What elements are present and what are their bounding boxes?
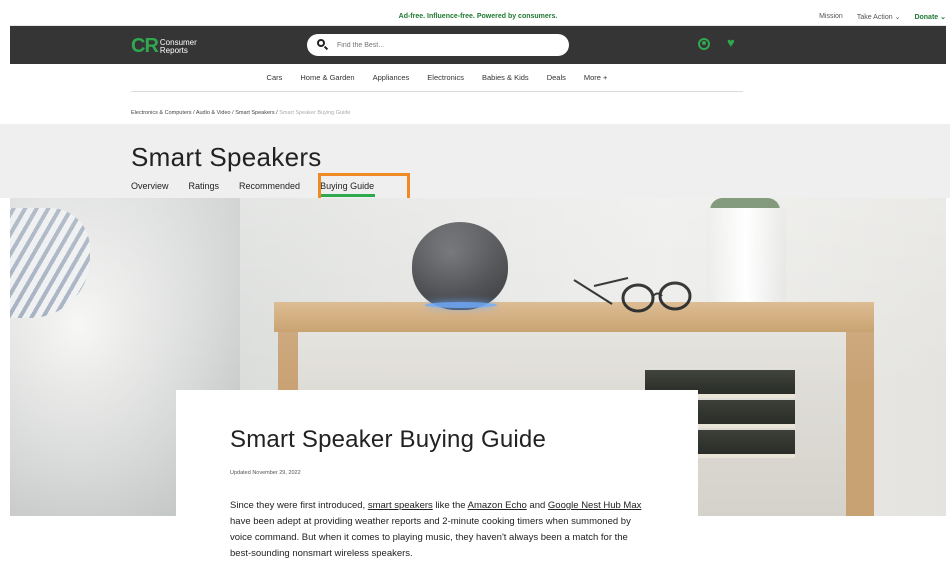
- tab-overview[interactable]: Overview: [131, 181, 169, 191]
- user-icon[interactable]: [698, 38, 710, 50]
- logo-wordmark: Consumer Reports: [159, 38, 197, 55]
- donate-link[interactable]: Donate ⌄: [914, 13, 946, 21]
- nav-item-appliances[interactable]: Appliances: [373, 73, 410, 82]
- nav-item-deals[interactable]: Deals: [547, 73, 566, 82]
- article-card: Smart Speaker Buying Guide Updated Novem…: [176, 390, 698, 579]
- tab-ratings[interactable]: Ratings: [189, 181, 220, 191]
- smart-speakers-link[interactable]: smart speakers: [368, 500, 433, 511]
- intro-text: and: [526, 500, 548, 511]
- consumer-reports-logo[interactable]: CR Consumer Reports: [131, 35, 197, 58]
- breadcrumb-separator: /: [232, 110, 234, 116]
- take-action-link[interactable]: Take Action ⌄: [857, 13, 901, 21]
- page: Ad-free. Influence-free. Powered by cons…: [0, 0, 950, 579]
- intro-text: have been adept at providing weather rep…: [230, 516, 631, 559]
- search-icon[interactable]: [317, 39, 329, 51]
- breadcrumb-item[interactable]: Smart Speakers: [235, 110, 274, 116]
- page-title: Smart Speakers: [131, 142, 322, 172]
- nav-item-cars[interactable]: Cars: [267, 73, 283, 82]
- search-bar[interactable]: [307, 34, 569, 56]
- amazon-echo-link[interactable]: Amazon Echo: [468, 500, 527, 511]
- nav-item-babies-kids[interactable]: Babies & Kids: [482, 73, 529, 82]
- search-input[interactable]: [337, 41, 537, 49]
- tab-recommended[interactable]: Recommended: [239, 181, 300, 191]
- promo-links: Mission Take Action ⌄ Donate ⌄: [819, 13, 946, 21]
- google-nest-hub-max-link[interactable]: Google Nest Hub Max: [548, 500, 641, 511]
- mission-link[interactable]: Mission: [819, 13, 843, 21]
- nav-item-electronics[interactable]: Electronics: [427, 73, 464, 82]
- logo-mark: CR: [131, 35, 159, 57]
- breadcrumb-item[interactable]: Audio & Video: [196, 110, 231, 116]
- nav-item-home-garden[interactable]: Home & Garden: [300, 73, 354, 82]
- promo-bar: Ad-free. Influence-free. Powered by cons…: [10, 9, 946, 26]
- article-updated-date: Updated November 29, 2022: [230, 470, 301, 476]
- promo-text: Ad-free. Influence-free. Powered by cons…: [398, 13, 558, 20]
- heart-icon[interactable]: ♥: [727, 36, 739, 49]
- breadcrumb-separator: /: [193, 110, 195, 116]
- nav-item-more[interactable]: More +: [584, 73, 608, 82]
- site-header: CR Consumer Reports ♥: [10, 26, 946, 64]
- breadcrumb-current: Smart Speaker Buying Guide: [279, 110, 351, 116]
- category-nav: Cars Home & Garden Appliances Electronic…: [131, 64, 743, 92]
- article-title: Smart Speaker Buying Guide: [230, 426, 547, 453]
- article-intro-paragraph: Since they were first introduced, smart …: [230, 498, 650, 562]
- logo-line-2: Reports: [159, 45, 188, 55]
- breadcrumb-separator: /: [276, 110, 278, 116]
- intro-text: Since they were first introduced,: [230, 500, 368, 511]
- breadcrumb-item[interactable]: Electronics & Computers: [131, 110, 192, 116]
- breadcrumb: Electronics & Computers / Audio & Video …: [131, 110, 350, 116]
- intro-text: like the: [432, 500, 468, 511]
